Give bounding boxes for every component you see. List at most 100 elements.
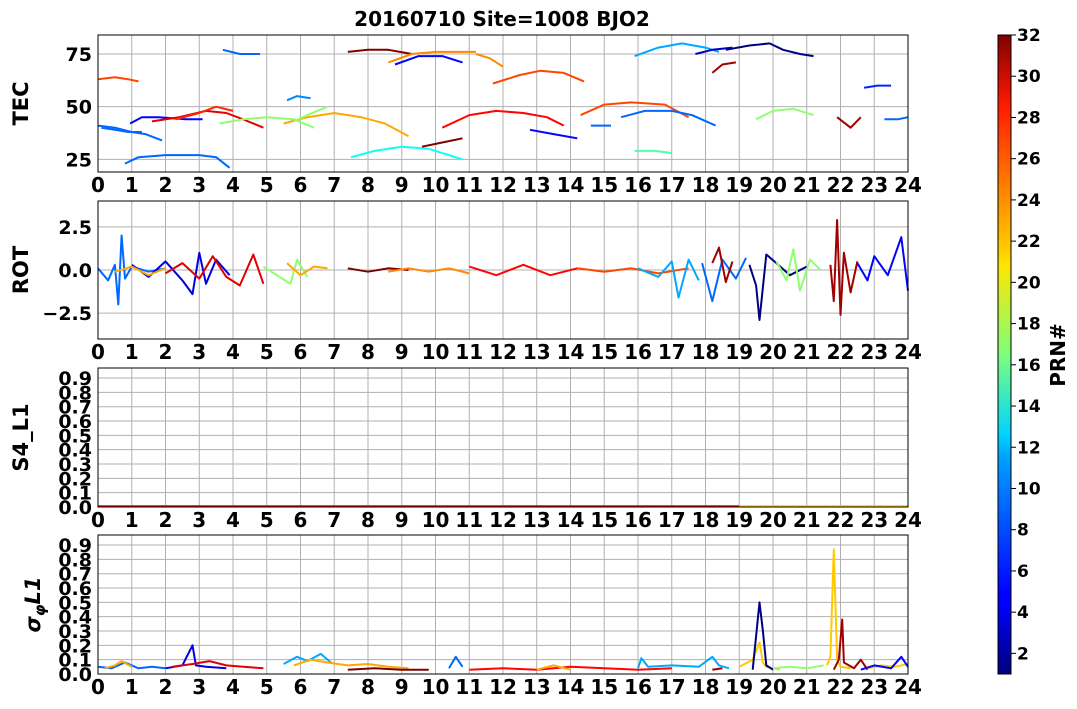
x-tick-label: 19 xyxy=(725,675,753,699)
x-tick-label: 24 xyxy=(894,675,922,699)
x-tick-label: 3 xyxy=(192,340,206,364)
y-tick-label: 2.5 xyxy=(58,217,92,239)
colorbar-gradient xyxy=(997,34,1012,675)
x-tick-label: 2 xyxy=(159,173,173,197)
panel-4: 0 1 2 3 4 5 6 7 8 9 10 11 12 13 14 15 16 17 18 19 20 21 22 23 24… xyxy=(21,534,922,699)
x-tick-label: 12 xyxy=(489,173,517,197)
x-tick-label: 16 xyxy=(624,173,652,197)
x-tick-label: 1 xyxy=(125,508,139,532)
x-tick-label: 22 xyxy=(827,340,855,364)
x-tick-label: 11 xyxy=(455,675,483,699)
x-tick-label: 0 xyxy=(91,508,105,532)
x-tick-label: 18 xyxy=(692,173,720,197)
x-tick-label: 16 xyxy=(624,675,652,699)
x-tick-label: 12 xyxy=(489,675,517,699)
colorbar-tick-label: 24 xyxy=(1017,191,1041,211)
x-tick-label: 10 xyxy=(422,173,450,197)
x-tick-label: 2 xyxy=(159,340,173,364)
x-tick-label: 10 xyxy=(422,340,450,364)
x-tick-label: 13 xyxy=(523,508,551,532)
x-tick-label: 19 xyxy=(725,508,753,532)
x-tick-label: 8 xyxy=(361,173,375,197)
x-tick-label: 4 xyxy=(226,508,240,532)
x-tick-label: 13 xyxy=(523,340,551,364)
colorbar-tick-label: 2 xyxy=(1017,644,1029,664)
y-tick-label: 0.9 xyxy=(58,368,92,390)
x-tick-label: 12 xyxy=(489,508,517,532)
x-tick-label: 19 xyxy=(725,340,753,364)
x-tick-label: 23 xyxy=(860,173,888,197)
x-tick-label: 17 xyxy=(658,508,686,532)
x-tick-label: 6 xyxy=(294,675,308,699)
x-tick-label: 21 xyxy=(793,340,821,364)
x-tick-label: 17 xyxy=(658,675,686,699)
colorbar-tick-label: 4 xyxy=(1017,603,1029,623)
x-tick-label: 14 xyxy=(557,675,585,699)
x-tick-label: 13 xyxy=(523,173,551,197)
x-tick-label: 18 xyxy=(692,508,720,532)
colorbar-tick-label: 8 xyxy=(1017,521,1029,541)
x-tick-label: 20 xyxy=(759,675,787,699)
x-tick-label: 12 xyxy=(489,340,517,364)
panel-2: 0 1 2 3 4 5 6 7 8 9 10 11 12 13 14 15 16 17 18 19 20 21 22 23 24… xyxy=(9,200,922,364)
colorbar-tick-label: 26 xyxy=(1017,150,1041,170)
x-tick-label: 21 xyxy=(793,508,821,532)
colorbar-tick-label: 6 xyxy=(1017,562,1029,582)
x-tick-label: 0 xyxy=(91,340,105,364)
x-tick-label: 19 xyxy=(725,173,753,197)
x-tick-label: 3 xyxy=(192,173,206,197)
x-tick-label: 4 xyxy=(226,675,240,699)
colorbar-tick-label: 20 xyxy=(1017,273,1041,293)
x-tick-label: 15 xyxy=(590,508,618,532)
colorbar-ticks: 2468101214161820222426283032 xyxy=(1011,26,1041,664)
y-axis-label: σφL1 xyxy=(21,576,49,632)
colorbar-tick-label: 12 xyxy=(1017,438,1041,458)
x-tick-label: 24 xyxy=(894,340,922,364)
y-tick-label: 0.9 xyxy=(58,535,92,557)
x-tick-label: 1 xyxy=(125,340,139,364)
figure: 20160710 Site=1008 BJO2 0 1 2 3 4 5 6 7 8 9 10 11 12… xyxy=(9,7,1070,699)
y-tick-label: 50 xyxy=(66,97,92,119)
colorbar-label: PRN# xyxy=(1046,323,1070,387)
y-axis-label: TEC xyxy=(9,81,33,125)
x-tick-label: 2 xyxy=(159,675,173,699)
colorbar-tick-label: 32 xyxy=(1017,26,1041,46)
x-tick-label: 8 xyxy=(361,675,375,699)
x-tick-label: 11 xyxy=(455,340,483,364)
x-tick-label: 0 xyxy=(91,675,105,699)
y-tick-label: 25 xyxy=(66,149,92,171)
x-tick-label: 6 xyxy=(294,340,308,364)
x-tick-label: 15 xyxy=(590,173,618,197)
x-tick-label: 0 xyxy=(91,173,105,197)
colorbar-tick-label: 14 xyxy=(1017,397,1041,417)
x-tick-label: 9 xyxy=(395,675,409,699)
x-tick-label: 23 xyxy=(860,508,888,532)
x-tick-label: 14 xyxy=(557,340,585,364)
x-tick-label: 20 xyxy=(759,340,787,364)
y-axis-label: ROT xyxy=(9,245,33,294)
x-tick-label: 15 xyxy=(590,340,618,364)
x-tick-label: 7 xyxy=(327,675,341,699)
x-tick-label: 9 xyxy=(395,173,409,197)
x-tick-label: 20 xyxy=(759,173,787,197)
x-tick-label: 5 xyxy=(260,340,274,364)
x-tick-label: 23 xyxy=(860,340,888,364)
x-tick-label: 1 xyxy=(125,675,139,699)
x-tick-label: 23 xyxy=(860,675,888,699)
x-tick-label: 5 xyxy=(260,508,274,532)
x-tick-label: 18 xyxy=(692,675,720,699)
x-tick-label: 21 xyxy=(793,675,821,699)
colorbar-tick-label: 10 xyxy=(1017,479,1041,499)
colorbar-tick-label: 30 xyxy=(1017,67,1041,87)
x-tick-label: 16 xyxy=(624,508,652,532)
x-tick-label: 4 xyxy=(226,173,240,197)
x-tick-label: 17 xyxy=(658,173,686,197)
y-tick-label: −2.5 xyxy=(42,303,92,325)
panels: 0 1 2 3 4 5 6 7 8 9 10 11 12 13 14 15 16 17 18 19 20 21 22 23 24… xyxy=(9,34,922,699)
x-tick-label: 15 xyxy=(590,675,618,699)
colorbar-tick-label: 28 xyxy=(1017,108,1041,128)
x-tick-label: 4 xyxy=(226,340,240,364)
colorbar-tick-label: 16 xyxy=(1017,356,1041,376)
x-tick-label: 7 xyxy=(327,340,341,364)
x-tick-label: 14 xyxy=(557,173,585,197)
